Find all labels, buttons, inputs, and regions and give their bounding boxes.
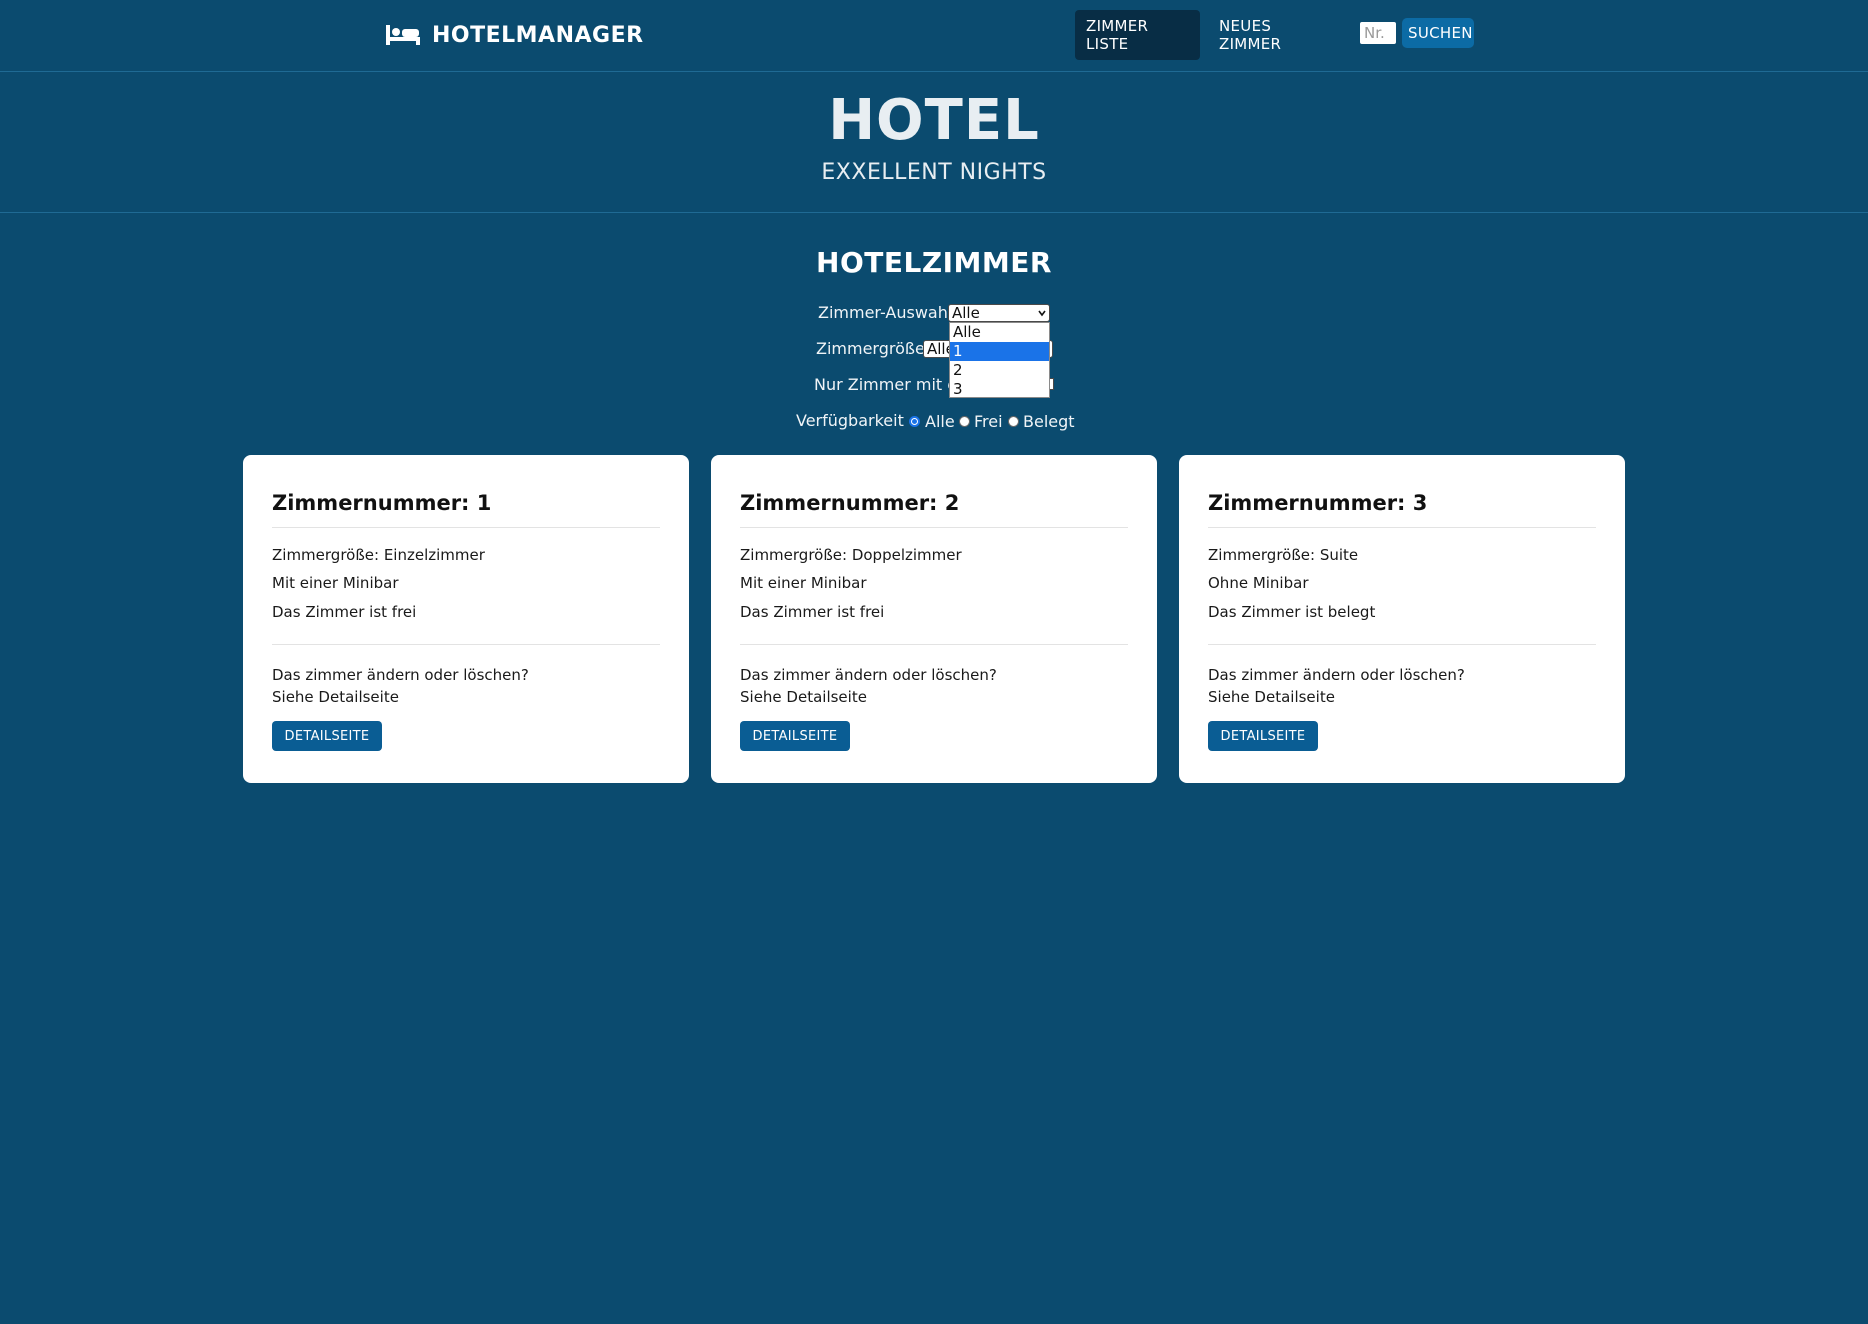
minibar-filter-label: Nur Zimmer mit ei (814, 375, 962, 394)
room-card-title: Zimmernummer: 1 (272, 491, 492, 515)
size-select-label: Zimmergröße (816, 339, 925, 358)
room-minibar: Ohne Minibar (1208, 574, 1309, 592)
dropdown-option[interactable]: 3 (950, 380, 1049, 399)
room-size: Zimmergröße: Einzelzimmer (272, 546, 485, 564)
radio-belegt-label: Belegt (1023, 412, 1075, 431)
divider (272, 527, 660, 528)
divider (740, 644, 1128, 645)
room-number-search-input[interactable] (1360, 22, 1396, 44)
room-select[interactable]: Alle (948, 304, 1050, 322)
detailseite-button[interactable]: DETAILSEITE (272, 721, 382, 751)
brand-label: HOTELMANAGER (432, 22, 644, 48)
room-note: Das zimmer ändern oder löschen? (272, 666, 529, 684)
bed-icon (386, 25, 420, 45)
room-card: Zimmernummer: 2 Zimmergröße: Doppelzimme… (711, 455, 1157, 783)
detailseite-button[interactable]: DETAILSEITE (1208, 721, 1318, 751)
room-select-dropdown: Alle 1 2 3 (949, 322, 1050, 398)
section-title: HOTELZIMMER (816, 246, 1052, 279)
nav-neues-zimmer[interactable]: NEUES ZIMMER (1208, 10, 1348, 60)
room-note-detail: Siehe Detailseite (1208, 688, 1335, 706)
divider (1208, 527, 1596, 528)
room-card: Zimmernummer: 1 Zimmergröße: Einzelzimme… (243, 455, 689, 783)
room-note-detail: Siehe Detailseite (740, 688, 867, 706)
dropdown-option[interactable]: Alle (950, 323, 1049, 342)
radio-frei-label: Frei (974, 412, 1003, 431)
navbar: HOTELMANAGER ZIMMER LISTE NEUES ZIMMER S… (0, 0, 1868, 72)
divider (1208, 644, 1596, 645)
hero-title: HOTEL (828, 88, 1040, 153)
radio-alle-label: Alle (925, 412, 955, 431)
room-select-label: Zimmer-Auswahl (818, 303, 953, 322)
room-select-value: Alle (952, 304, 980, 322)
room-size: Zimmergröße: Suite (1208, 546, 1359, 564)
hero-subtitle: EXXELLENT NIGHTS (821, 160, 1047, 185)
radio-frei[interactable] (959, 416, 970, 427)
radio-belegt[interactable] (1008, 416, 1019, 427)
availability-label: Verfügbarkeit (796, 411, 904, 430)
room-card-title: Zimmernummer: 3 (1208, 491, 1428, 515)
brand[interactable]: HOTELMANAGER (386, 20, 644, 50)
room-note: Das zimmer ändern oder löschen? (740, 666, 997, 684)
room-status: Das Zimmer ist frei (272, 603, 417, 621)
room-note-detail: Siehe Detailseite (272, 688, 399, 706)
room-status: Das Zimmer ist belegt (1208, 603, 1376, 621)
chevron-down-icon (1038, 310, 1046, 317)
room-minibar: Mit einer Minibar (740, 574, 867, 592)
room-size: Zimmergröße: Doppelzimmer (740, 546, 962, 564)
search-button[interactable]: SUCHEN (1402, 18, 1474, 48)
room-note: Das zimmer ändern oder löschen? (1208, 666, 1465, 684)
dropdown-option[interactable]: 2 (950, 361, 1049, 380)
radio-alle[interactable] (909, 416, 920, 427)
detailseite-button[interactable]: DETAILSEITE (740, 721, 850, 751)
divider (272, 644, 660, 645)
dropdown-option[interactable]: 1 (950, 342, 1049, 361)
divider (740, 527, 1128, 528)
room-card-title: Zimmernummer: 2 (740, 491, 960, 515)
nav-zimmer-liste[interactable]: ZIMMER LISTE (1075, 10, 1200, 60)
hero-header: HOTEL EXXELLENT NIGHTS (0, 72, 1868, 213)
room-card: Zimmernummer: 3 Zimmergröße: Suite Ohne … (1179, 455, 1625, 783)
room-status: Das Zimmer ist frei (740, 603, 885, 621)
room-minibar: Mit einer Minibar (272, 574, 399, 592)
